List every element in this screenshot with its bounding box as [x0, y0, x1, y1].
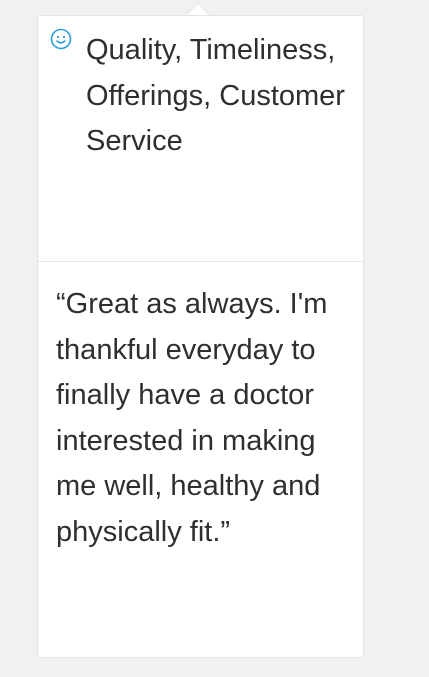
review-quote: “Great as always. I'm thankful everyday … — [56, 288, 328, 548]
review-header: Quality, Timeliness, Offerings, Customer… — [38, 16, 363, 262]
smiley-icon — [50, 28, 72, 50]
review-card: Quality, Timeliness, Offerings, Customer… — [37, 15, 364, 658]
review-categories: Quality, Timeliness, Offerings, Customer… — [86, 34, 345, 157]
